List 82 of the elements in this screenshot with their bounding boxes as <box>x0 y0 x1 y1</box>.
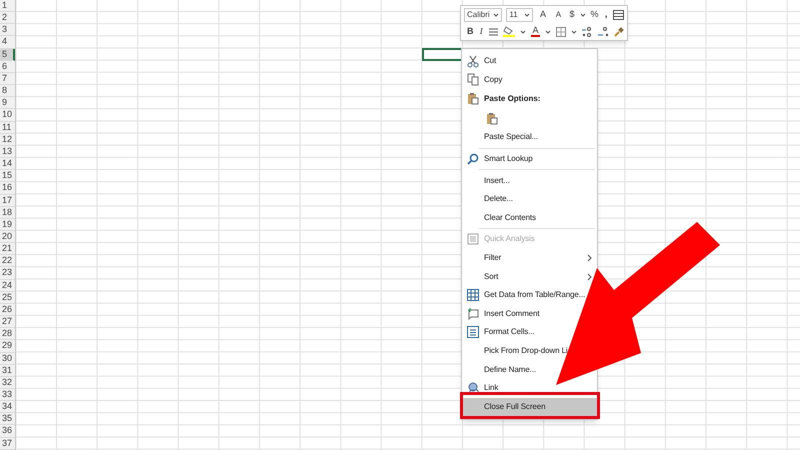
row-header[interactable]: 32 <box>0 376 15 389</box>
row-header[interactable]: 19 <box>0 218 15 231</box>
row-header[interactable]: 24 <box>0 280 15 292</box>
row-header[interactable]: 30 <box>0 352 15 365</box>
menu-item[interactable]: Close Full Screen <box>462 398 597 416</box>
row-header[interactable]: 35 <box>0 413 15 426</box>
row-header[interactable]: 5 <box>0 48 15 61</box>
section-header: Paste Options: <box>484 92 540 105</box>
caret-icon[interactable] <box>545 30 551 34</box>
scissors-icon[interactable] <box>467 54 479 68</box>
font-name-dropdown[interactable]: Calibri <box>464 8 502 22</box>
row-header[interactable]: 13 <box>0 146 15 158</box>
paintbrush-icon[interactable] <box>614 26 624 36</box>
row-header[interactable]: 10 <box>0 109 15 122</box>
bold-button[interactable]: B <box>467 27 474 36</box>
menu-item[interactable]: Sort <box>462 267 597 286</box>
row-header[interactable]: 22 <box>0 255 15 268</box>
row-header[interactable]: 26 <box>0 304 15 316</box>
copy-icon[interactable] <box>467 73 479 86</box>
search-icon[interactable] <box>467 152 479 166</box>
font-size-dropdown[interactable]: 11 <box>506 8 534 22</box>
row-header[interactable]: 36 <box>0 425 15 438</box>
row-header[interactable]: 25 <box>0 292 15 304</box>
caret-icon[interactable] <box>524 12 530 16</box>
comment-icon[interactable] <box>467 307 479 320</box>
percent-button[interactable]: % <box>590 10 600 19</box>
row-header[interactable]: 1 <box>0 0 15 12</box>
row-header[interactable]: 31 <box>0 364 15 377</box>
row-header[interactable]: 14 <box>0 158 15 170</box>
caret-icon[interactable] <box>580 12 586 16</box>
row-header[interactable]: 20 <box>0 230 15 244</box>
row-header[interactable]: 9 <box>0 97 15 110</box>
row-header[interactable]: 16 <box>0 182 15 194</box>
chevron-right-icon[interactable] <box>587 272 592 281</box>
row-header[interactable]: 8 <box>0 85 15 98</box>
row-header[interactable]: 6 <box>0 60 15 73</box>
borders-icon[interactable] <box>556 26 566 36</box>
row-header[interactable]: 7 <box>0 72 15 86</box>
row-header[interactable]: 33 <box>0 389 15 402</box>
row-header[interactable]: 17 <box>0 194 15 207</box>
menu-item[interactable]: Paste Special... <box>462 128 597 147</box>
row-header[interactable]: 12 <box>0 134 15 146</box>
clipboard-icon[interactable] <box>467 92 479 106</box>
row-header[interactable]: 11 <box>0 122 15 134</box>
row-header[interactable]: 29 <box>0 340 15 353</box>
row-header[interactable]: 34 <box>0 401 15 414</box>
menu-item[interactable]: Clear Contents <box>462 208 597 228</box>
table-icon[interactable] <box>467 288 479 302</box>
row-header[interactable]: 18 <box>0 206 15 219</box>
clipboard-icon[interactable] <box>486 112 498 125</box>
chevron-right-icon[interactable] <box>587 254 592 262</box>
shrink-font-button[interactable]: A <box>552 10 564 18</box>
link-icon[interactable] <box>467 382 479 395</box>
table-icon[interactable] <box>612 10 624 20</box>
row-header[interactable]: 21 <box>0 243 15 256</box>
menu-item[interactable]: Cut <box>462 52 597 71</box>
row-header[interactable]: 23 <box>0 267 15 280</box>
increase-decimal-icon[interactable] <box>582 26 593 36</box>
italic-button[interactable]: I <box>478 27 484 36</box>
font-color-button[interactable]: A <box>530 26 540 37</box>
currency-button[interactable]: $ <box>568 10 576 19</box>
fill-color-icon[interactable] <box>502 26 515 37</box>
menu-item[interactable]: Filter <box>462 248 597 268</box>
format-cells-icon[interactable] <box>467 326 479 339</box>
menu-item[interactable]: Copy <box>462 70 597 90</box>
menu-item[interactable]: Insert... <box>462 171 597 190</box>
row-header[interactable]: 27 <box>0 316 15 328</box>
menu-item[interactable]: Delete... <box>462 190 597 209</box>
row-header[interactable]: 15 <box>0 170 15 182</box>
row-header[interactable]: 28 <box>0 328 15 340</box>
row-header[interactable]: 37 <box>0 438 15 450</box>
comma-button[interactable]: , <box>603 10 609 19</box>
menu-item[interactable]: Smart Lookup <box>462 150 597 168</box>
decrease-decimal-icon[interactable] <box>598 26 609 36</box>
grow-font-button[interactable]: A <box>537 10 549 19</box>
caret-icon[interactable] <box>571 30 577 34</box>
caret-icon[interactable] <box>520 30 526 34</box>
align-icon[interactable] <box>488 28 498 36</box>
menu-item: Quick Analysis <box>462 230 597 249</box>
row-header[interactable]: 3 <box>0 24 15 36</box>
row-header[interactable]: 2 <box>0 12 15 24</box>
caret-icon[interactable] <box>493 12 500 16</box>
